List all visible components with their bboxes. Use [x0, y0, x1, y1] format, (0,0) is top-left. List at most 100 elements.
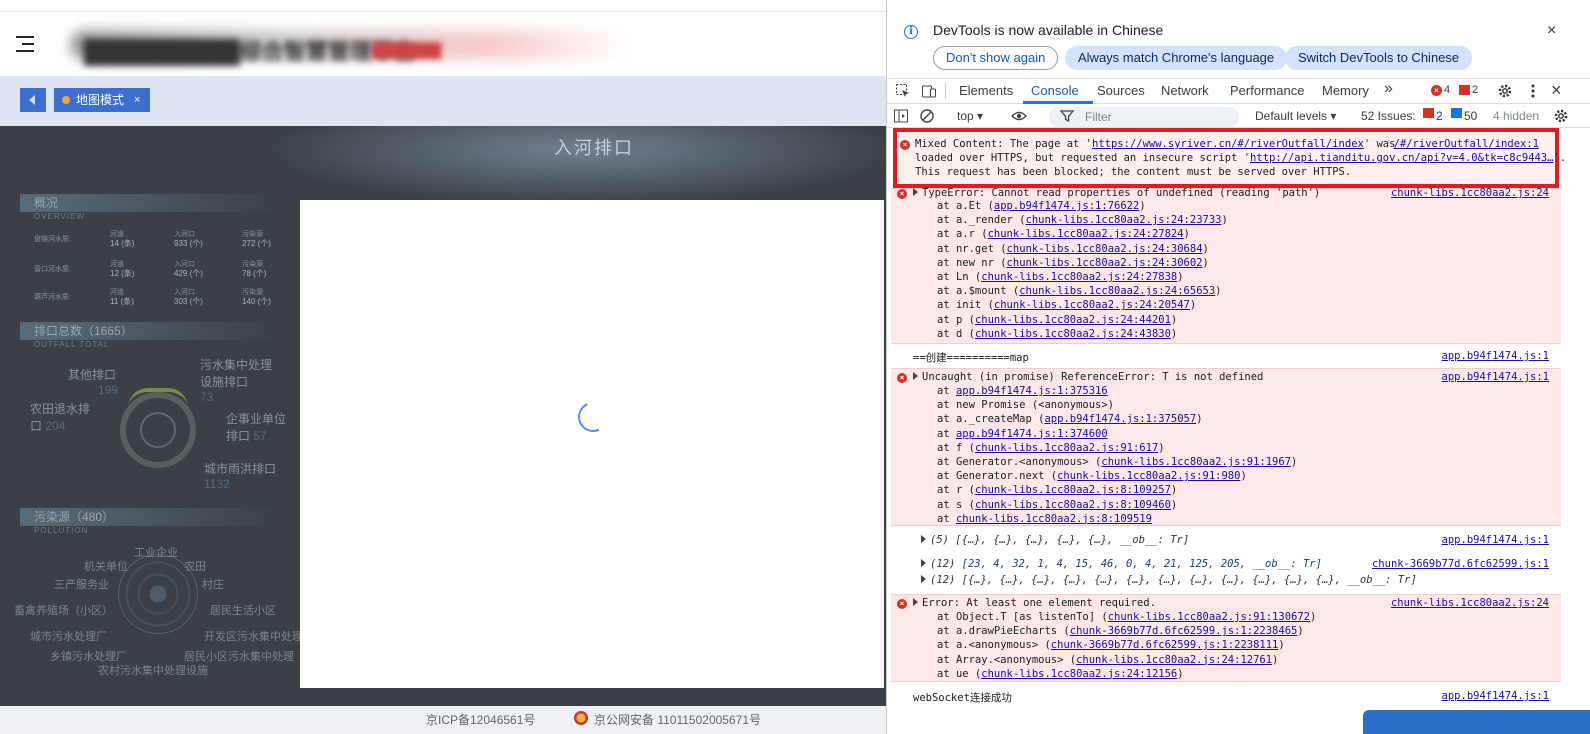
stack-frame-link[interactable]: chunk-libs.1cc80aa2.js:8:109257 — [975, 484, 1171, 496]
category-other: 其他排口 199 — [68, 368, 119, 397]
source-link[interactable]: chunk-libs.1cc80aa2.js:24 — [1391, 597, 1549, 609]
stack-frame-link[interactable]: chunk-libs.1cc80aa2.js:24:43830 — [975, 328, 1171, 340]
source-link[interactable]: chunk-3669b77d.6fc62599.js:1 — [1372, 558, 1549, 570]
source-link[interactable]: app.b94f1474.js:1 — [1442, 350, 1549, 362]
close-devtools-icon[interactable]: × — [1551, 80, 1562, 101]
error-expand-toggle[interactable]: TypeError: Cannot read properties of und… — [913, 187, 1320, 199]
stack-frame-link[interactable]: app.b94f1474.js:1:375057 — [1044, 413, 1196, 425]
console-message-array[interactable]: (5) [{…}, {…}, {…}, {…}, {…}, __ob__: Tr… — [891, 532, 1561, 550]
footer-police-link[interactable]: 京公网安备 11011502005671号 — [594, 711, 761, 728]
ring-progress-arc — [128, 388, 188, 408]
stack-frame: at r (chunk-libs.1cc80aa2.js:8:109257) — [937, 484, 1178, 497]
stack-frame: at d (chunk-libs.1cc80aa2.js:24:43830) — [937, 327, 1178, 340]
stack-frame-link[interactable]: chunk-libs.1cc80aa2.js:24:23733 — [1026, 214, 1222, 226]
mixed-page-link[interactable]: https://www.syriver.cn/#/riverOutfall/in… — [1092, 138, 1364, 150]
stack-frame-link[interactable]: chunk-libs.1cc80aa2.js:24:27824 — [988, 228, 1184, 240]
issues-info-count: 50 — [1464, 109, 1478, 123]
console-message-array[interactable]: (12) [{…}, {…}, {…}, {…}, {…}, {…}, {…},… — [891, 572, 1561, 588]
stack-frame-link[interactable]: chunk-libs.1cc80aa2.js:91:1967 — [1101, 456, 1291, 468]
info-icon: i — [904, 25, 918, 39]
pollution-title: 污染源（480） — [20, 508, 280, 526]
dont-show-again-button[interactable]: Don't show again — [933, 46, 1059, 70]
radar-label: 开发区污水集中处理 — [204, 631, 303, 643]
console-toolbar: top ▾ Filter Default levels ▾ 52 Issues:… — [887, 104, 1590, 128]
outfall-total-subtitle: OUTFALL TOTAL — [34, 340, 110, 349]
settings-gear-icon[interactable] — [1497, 83, 1513, 99]
error-icon: × — [897, 189, 907, 199]
expand-triangle-icon — [913, 598, 918, 606]
tab-memory[interactable]: Memory — [1322, 83, 1369, 98]
stack-frame-link[interactable]: app.b94f1474.js:1:375316 — [956, 385, 1108, 397]
switch-devtools-chinese-button[interactable]: Switch DevTools to Chinese — [1285, 46, 1473, 70]
stack-frame: at chunk-libs.1cc80aa2.js:8:109519 — [937, 512, 1152, 525]
console-filter-input[interactable]: Filter — [1049, 107, 1239, 127]
mixed-script-link[interactable]: http://api.tianditu.gov.cn/api?v=4.0&tk=… — [1250, 152, 1553, 164]
tab-elements[interactable]: Elements — [959, 83, 1013, 98]
stack-frame-link[interactable]: chunk-libs.1cc80aa2.js:91:130672 — [1108, 611, 1310, 623]
tab-network[interactable]: Network — [1161, 83, 1209, 98]
source-link[interactable]: app.b94f1474.js:1 — [1442, 534, 1549, 546]
stack-frame-link[interactable]: chunk-libs.1cc80aa2.js:24:65653 — [1019, 285, 1215, 297]
tab-sources[interactable]: Sources — [1097, 83, 1145, 98]
tab-close-icon[interactable]: × — [134, 88, 140, 112]
sidebar-toggle-icon[interactable] — [893, 108, 909, 124]
stack-frame: at s (chunk-libs.1cc80aa2.js:8:109460) — [937, 498, 1178, 511]
stack-frame-link[interactable]: app.b94f1474.js:1:76622 — [994, 200, 1139, 212]
stack-frame-link[interactable]: chunk-libs.1cc80aa2.js:24:30684 — [1007, 243, 1203, 255]
error-expand-toggle[interactable]: Error: At least one element required. — [913, 597, 1156, 609]
app-title: ██████████综合智慧管理平台 — [84, 39, 416, 64]
stack-frame-link[interactable]: chunk-libs.1cc80aa2.js:24:12156 — [981, 668, 1177, 680]
category-farmland: 农田退水排口 204 — [30, 402, 91, 433]
stack-frame-link[interactable]: app.b94f1474.js:1:374600 — [956, 428, 1108, 440]
stack-frame-link[interactable]: chunk-libs.1cc80aa2.js:8:109519 — [956, 513, 1152, 525]
clear-console-icon[interactable] — [919, 108, 935, 124]
stack-frame: at f (chunk-libs.1cc80aa2.js:91:617) — [937, 441, 1165, 454]
app-subtitle: ███████ — [372, 42, 442, 58]
stack-frame-link[interactable]: chunk-libs.1cc80aa2.js:91:617 — [975, 442, 1158, 454]
stack-frame-link[interactable]: chunk-3669b77d.6fc62599.js:1:2238465 — [1070, 625, 1298, 637]
source-link[interactable]: chunk-libs.1cc80aa2.js:24 — [1391, 187, 1549, 199]
radar-label: 三产服务业 — [54, 579, 109, 591]
stack-frame-link[interactable]: chunk-3669b77d.6fc62599.js:1:2238111 — [1051, 639, 1279, 651]
menu-toggle-icon[interactable] — [16, 36, 34, 52]
stat-row: 盘锦河水质: 河道 14 (条) 入河口 933 (个) 污染源 272 (个) — [34, 231, 271, 248]
log-levels-dropdown[interactable]: Default levels ▾ — [1255, 109, 1336, 123]
console-message-error: × Error: At least one element required. … — [891, 594, 1561, 682]
stack-frame-link[interactable]: chunk-libs.1cc80aa2.js:91:980 — [1057, 470, 1240, 482]
error-icon: × — [1431, 84, 1442, 96]
infobar-close-icon[interactable]: × — [1547, 22, 1556, 40]
error-counter[interactable]: × 4 — [1431, 84, 1450, 96]
console-message-array[interactable]: (12) [23, 4, 32, 1, 4, 15, 46, 0, 4, 21,… — [891, 556, 1561, 572]
context-selector[interactable]: top ▾ — [957, 109, 983, 123]
live-expression-eye-icon[interactable] — [1011, 108, 1027, 124]
stack-frame-link[interactable]: chunk-libs.1cc80aa2.js:24:30602 — [1007, 257, 1203, 269]
tab-console[interactable]: Console — [1031, 83, 1079, 98]
stack-frame-link[interactable]: chunk-libs.1cc80aa2.js:24:44201 — [975, 314, 1171, 326]
more-options-icon[interactable] — [1525, 83, 1541, 99]
more-tabs-icon[interactable]: » — [1384, 80, 1393, 98]
stack-frame-link[interactable]: chunk-libs.1cc80aa2.js:24:27838 — [981, 271, 1177, 283]
tab-back-button[interactable] — [20, 88, 46, 112]
source-link[interactable]: app.b94f1474.js:1 — [1442, 371, 1549, 383]
stack-frame-link[interactable]: chunk-libs.1cc80aa2.js:8:109460 — [975, 499, 1171, 511]
always-match-language-button[interactable]: Always match Chrome's language — [1065, 46, 1288, 70]
source-link[interactable]: app.b94f1474.js:1 — [1442, 690, 1549, 702]
issues-label[interactable]: 52 Issues: — [1361, 109, 1416, 123]
device-toolbar-icon[interactable] — [921, 83, 937, 99]
console-settings-gear-icon[interactable] — [1553, 108, 1569, 124]
footer-icp-link[interactable]: 京ICP备12046561号 — [426, 711, 535, 728]
radar-label: 工业企业 — [134, 547, 178, 559]
page-tabbar: 地图模式 × — [0, 76, 896, 126]
tab-performance[interactable]: Performance — [1230, 83, 1304, 98]
issues-info-flag-icon — [1451, 107, 1462, 121]
tab-map-mode[interactable]: 地图模式 × — [54, 88, 151, 112]
inspect-element-icon[interactable] — [895, 83, 911, 99]
source-link[interactable]: /#/riverOutfall/index:1 — [1394, 138, 1539, 150]
stack-frame-link[interactable]: chunk-libs.1cc80aa2.js:24:12761 — [1076, 654, 1272, 666]
error-expand-toggle[interactable]: Uncaught (in promise) ReferenceError: T … — [913, 371, 1263, 383]
warning-counter[interactable]: 2 — [1459, 84, 1478, 96]
web-app: ██████████综合智慧管理平台 ███████ 地图模式 × 入河排口 概… — [0, 0, 896, 734]
stack-frame-link[interactable]: chunk-libs.1cc80aa2.js:24:20547 — [994, 299, 1190, 311]
stack-frame: at Generator.<anonymous> (chunk-libs.1cc… — [937, 456, 1298, 468]
console-message-log: webSocket连接成功 app.b94f1474.js:1 — [913, 690, 1549, 704]
